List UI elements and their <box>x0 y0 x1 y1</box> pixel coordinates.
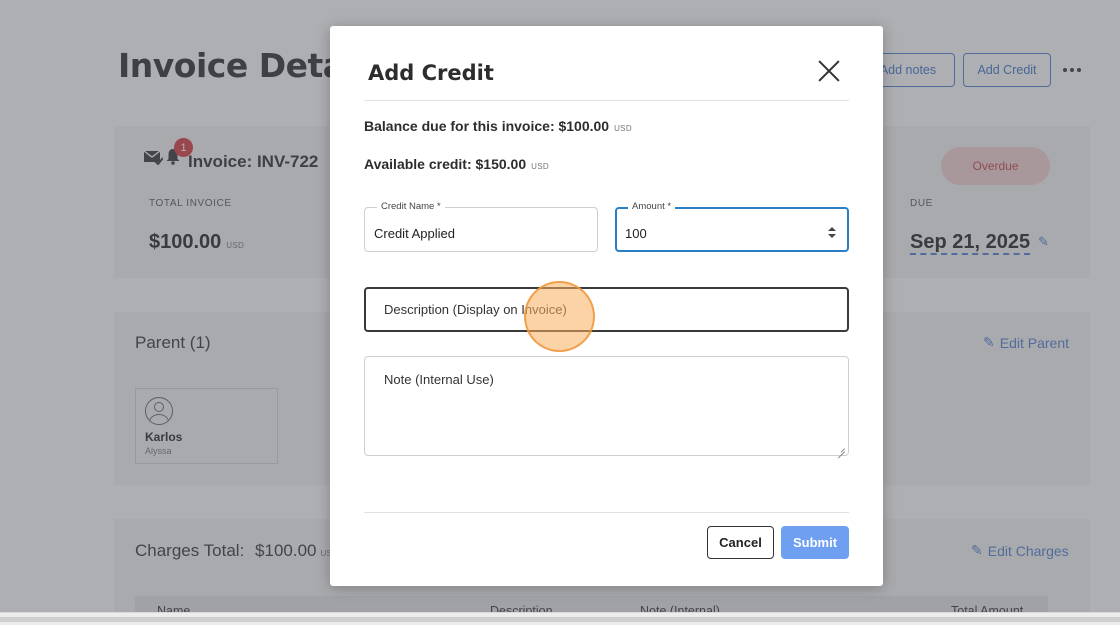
resize-handle-icon[interactable] <box>837 444 845 452</box>
scrollbar-thumb[interactable] <box>0 617 1120 622</box>
submit-button[interactable]: Submit <box>781 526 849 559</box>
balance-due-text: Balance due for this invoice: $100.00 USD <box>364 118 632 134</box>
note-placeholder: Note (Internal Use) <box>384 372 494 387</box>
amount-field[interactable]: Amount * <box>615 201 849 252</box>
available-credit-text: Available credit: $150.00 USD <box>364 156 549 172</box>
credit-name-input[interactable] <box>374 226 564 241</box>
description-field[interactable]: Description (Display on Invoice) <box>364 287 849 332</box>
internal-note-textarea[interactable]: Note (Internal Use) <box>364 356 849 456</box>
add-credit-modal: Add Credit Balance due for this invoice:… <box>330 26 883 586</box>
description-placeholder: Description (Display on Invoice) <box>384 302 567 317</box>
balance-currency: USD <box>614 124 632 133</box>
available-credit-value: Available credit: $150.00 <box>364 156 527 172</box>
number-stepper-icon[interactable] <box>828 227 836 239</box>
credit-name-label: Credit Name * <box>377 201 445 212</box>
close-icon[interactable] <box>817 59 841 83</box>
amount-label: Amount * <box>628 201 676 212</box>
modal-header-divider <box>364 100 849 101</box>
balance-due-value: Balance due for this invoice: $100.00 <box>364 118 610 134</box>
available-currency: USD <box>531 162 549 171</box>
modal-footer-divider <box>364 512 849 513</box>
amount-input[interactable] <box>625 226 815 241</box>
cancel-button[interactable]: Cancel <box>707 526 774 559</box>
credit-name-field[interactable]: Credit Name * <box>364 201 598 252</box>
modal-title: Add Credit <box>368 61 494 85</box>
horizontal-scrollbar[interactable] <box>0 612 1120 625</box>
